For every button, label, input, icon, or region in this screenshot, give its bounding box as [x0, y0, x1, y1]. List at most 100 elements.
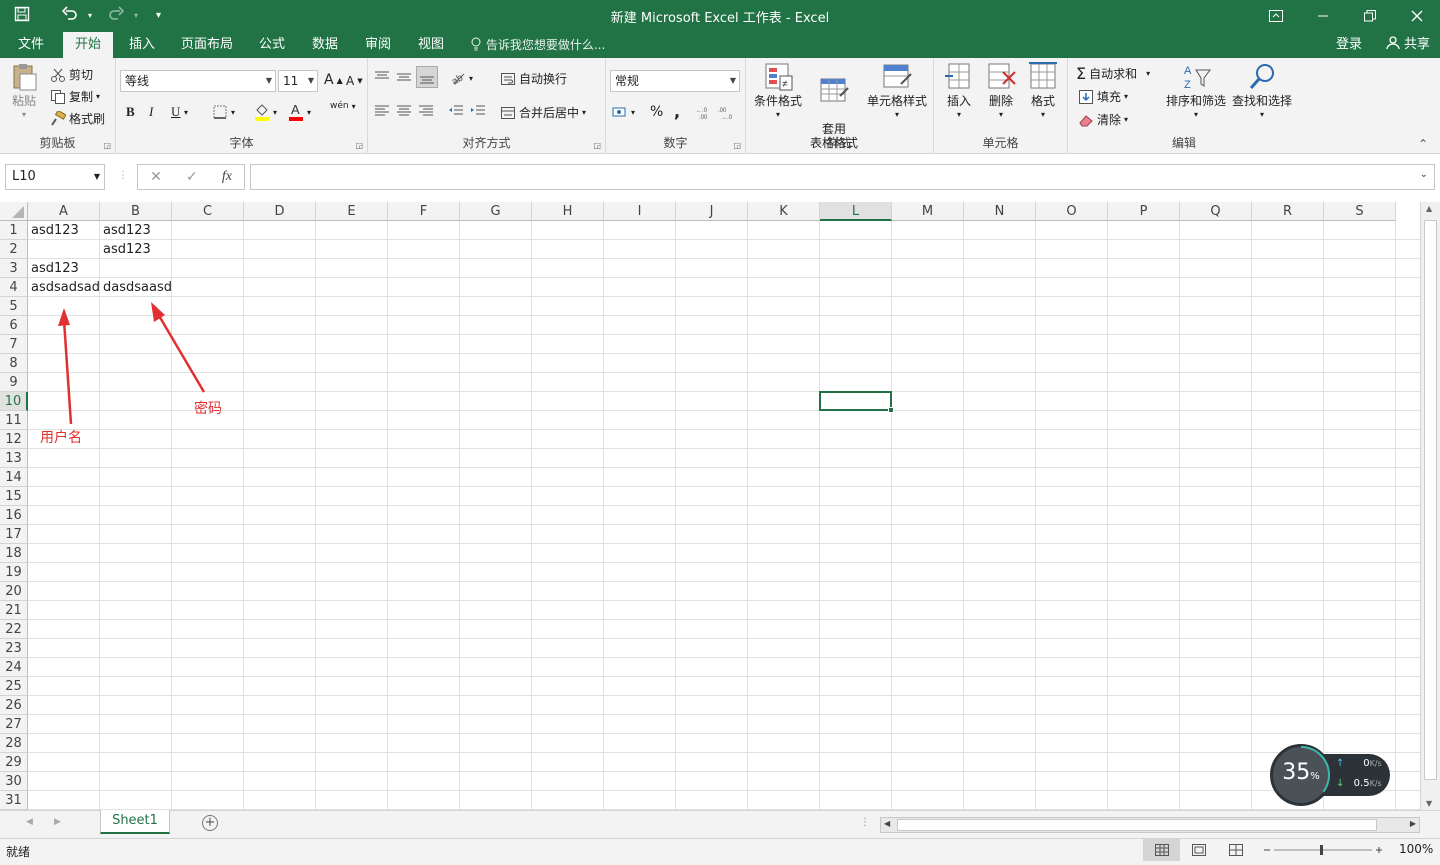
column-header[interactable]: C	[172, 202, 244, 221]
row-header[interactable]: 9	[0, 373, 28, 392]
row-header[interactable]: 23	[0, 639, 28, 658]
row-header[interactable]: 19	[0, 563, 28, 582]
column-header[interactable]: O	[1036, 202, 1108, 221]
italic-button[interactable]: I	[149, 104, 153, 120]
tab-insert[interactable]: 插入	[117, 32, 167, 58]
normal-view-icon[interactable]	[1143, 839, 1180, 861]
scroll-right-icon[interactable]: ▶	[1410, 819, 1416, 828]
tab-home[interactable]: 开始	[63, 32, 114, 58]
row-header[interactable]: 7	[0, 335, 28, 354]
row-header[interactable]: 8	[0, 354, 28, 373]
row-header[interactable]: 29	[0, 753, 28, 772]
worksheet-grid[interactable]: A B C D E F G H I J K L M N O P Q R S 1 2 3 4 5 6 7 8 9 10 11 12 13 14 15…	[0, 202, 1420, 810]
name-box[interactable]: L10 ▼	[5, 164, 105, 190]
column-header[interactable]: J	[676, 202, 748, 221]
copy-button[interactable]: 复制 ▾	[50, 88, 100, 105]
row-header[interactable]: 17	[0, 525, 28, 544]
insert-cells-button[interactable]: 插入 ▾	[940, 62, 978, 122]
decrease-decimal-button[interactable]: .00 →.0	[718, 104, 734, 120]
clear-button[interactable]: 清除 ▾	[1078, 111, 1128, 128]
align-right-icon[interactable]	[418, 104, 434, 118]
vertical-scroll-thumb[interactable]	[1424, 220, 1437, 780]
next-sheet-icon[interactable]: ▶	[54, 817, 61, 827]
page-break-view-icon[interactable]	[1217, 839, 1254, 861]
tab-file[interactable]: 文件	[6, 32, 56, 58]
tab-data[interactable]: 数据	[300, 32, 350, 58]
phonetic-button[interactable]: wén ▾	[330, 102, 356, 112]
tab-splitter-icon[interactable]: ⋮	[860, 817, 870, 828]
zoom-slider[interactable]	[1262, 845, 1384, 855]
scroll-left-icon[interactable]: ◀	[884, 819, 890, 828]
font-name-select[interactable]: 等线 ▼	[120, 70, 276, 92]
copy-dropdown-icon[interactable]: ▾	[96, 92, 100, 101]
login-link[interactable]: 登录	[1336, 32, 1362, 58]
row-header[interactable]: 15	[0, 487, 28, 506]
enter-icon[interactable]: ✓	[186, 169, 198, 185]
column-header[interactable]: H	[532, 202, 604, 221]
vertical-scrollbar[interactable]: ▲ ▼	[1420, 202, 1440, 810]
shrink-font-button[interactable]: A ▼	[346, 74, 363, 88]
horizontal-scroll-thumb[interactable]	[897, 819, 1377, 831]
close-icon[interactable]	[1393, 0, 1440, 32]
increase-decimal-button[interactable]: ←.0.00	[696, 104, 712, 120]
cancel-icon[interactable]: ✕	[150, 169, 162, 185]
row-header[interactable]: 6	[0, 316, 28, 335]
align-top-icon[interactable]	[374, 70, 390, 84]
borders-button[interactable]: ▾	[212, 104, 235, 120]
row-header[interactable]: 10	[0, 392, 28, 411]
find-select-button[interactable]: 查找和选择 ▾	[1230, 62, 1294, 122]
sheet-tab[interactable]: Sheet1	[100, 810, 170, 834]
fill-button[interactable]: 填充 ▾	[1078, 88, 1128, 105]
cell-a1[interactable]: asd123	[28, 221, 79, 240]
align-left-icon[interactable]	[374, 104, 390, 118]
row-header[interactable]: 30	[0, 772, 28, 791]
paste-button[interactable]: 粘贴 ▾	[6, 62, 42, 122]
merge-center-button[interactable]: 合并后居中 ▾	[500, 104, 586, 121]
add-sheet-icon[interactable]: +	[202, 815, 218, 831]
underline-button[interactable]: U	[171, 104, 180, 120]
wrap-text-button[interactable]: 自动换行	[500, 70, 567, 87]
row-header[interactable]: 27	[0, 715, 28, 734]
page-layout-view-icon[interactable]	[1180, 839, 1217, 861]
conditional-formatting-button[interactable]: ≠ 条件格式 ▾	[750, 62, 806, 122]
prev-sheet-icon[interactable]: ◀	[26, 817, 33, 827]
column-header[interactable]: K	[748, 202, 820, 221]
column-header[interactable]: F	[388, 202, 460, 221]
formula-input[interactable]: ⌄	[250, 164, 1435, 190]
format-painter-button[interactable]: 格式刷	[50, 110, 105, 127]
column-header[interactable]: M	[892, 202, 964, 221]
row-header[interactable]: 12	[0, 430, 28, 449]
cut-button[interactable]: 剪切	[50, 66, 93, 83]
column-header[interactable]: G	[460, 202, 532, 221]
row-header[interactable]: 3	[0, 259, 28, 278]
align-center-icon[interactable]	[396, 104, 412, 118]
restore-icon[interactable]	[1346, 0, 1393, 32]
row-header[interactable]: 20	[0, 582, 28, 601]
tab-formulas[interactable]: 公式	[247, 32, 297, 58]
minimize-icon[interactable]	[1299, 0, 1346, 32]
format-cells-button[interactable]: 格式 ▾	[1024, 62, 1062, 122]
row-header[interactable]: 28	[0, 734, 28, 753]
column-header[interactable]: A	[28, 202, 100, 221]
underline-dropdown-icon[interactable]: ▾	[184, 108, 188, 117]
cell-b1[interactable]: asd123	[100, 221, 151, 240]
scroll-down-icon[interactable]: ▼	[1426, 799, 1432, 808]
delete-cells-button[interactable]: 删除 ▾	[982, 62, 1020, 122]
grow-font-button[interactable]: A ▲	[324, 72, 343, 88]
ribbon-display-options-icon[interactable]	[1252, 0, 1299, 32]
decrease-indent-icon[interactable]	[448, 104, 464, 118]
zoom-level[interactable]: 100%	[1399, 842, 1433, 856]
row-header[interactable]: 24	[0, 658, 28, 677]
percent-button[interactable]: %	[650, 104, 663, 120]
font-size-select[interactable]: 11 ▼	[278, 70, 318, 92]
dialog-launcher-icon[interactable]: ◲	[355, 141, 363, 150]
autosum-button[interactable]: Σ 自动求和 ▾	[1076, 64, 1150, 83]
horizontal-scrollbar[interactable]: ◀ ▶	[880, 817, 1420, 833]
network-speed-widget[interactable]: 35% ↑ 0K/s ↓ 0.5K/s	[1270, 744, 1392, 806]
row-header[interactable]: 14	[0, 468, 28, 487]
row-header[interactable]: 18	[0, 544, 28, 563]
dialog-launcher-icon[interactable]: ◲	[733, 141, 741, 150]
cell-a4[interactable]: asdsadsad	[28, 278, 100, 297]
align-middle-icon[interactable]	[396, 70, 412, 84]
row-header[interactable]: 2	[0, 240, 28, 259]
